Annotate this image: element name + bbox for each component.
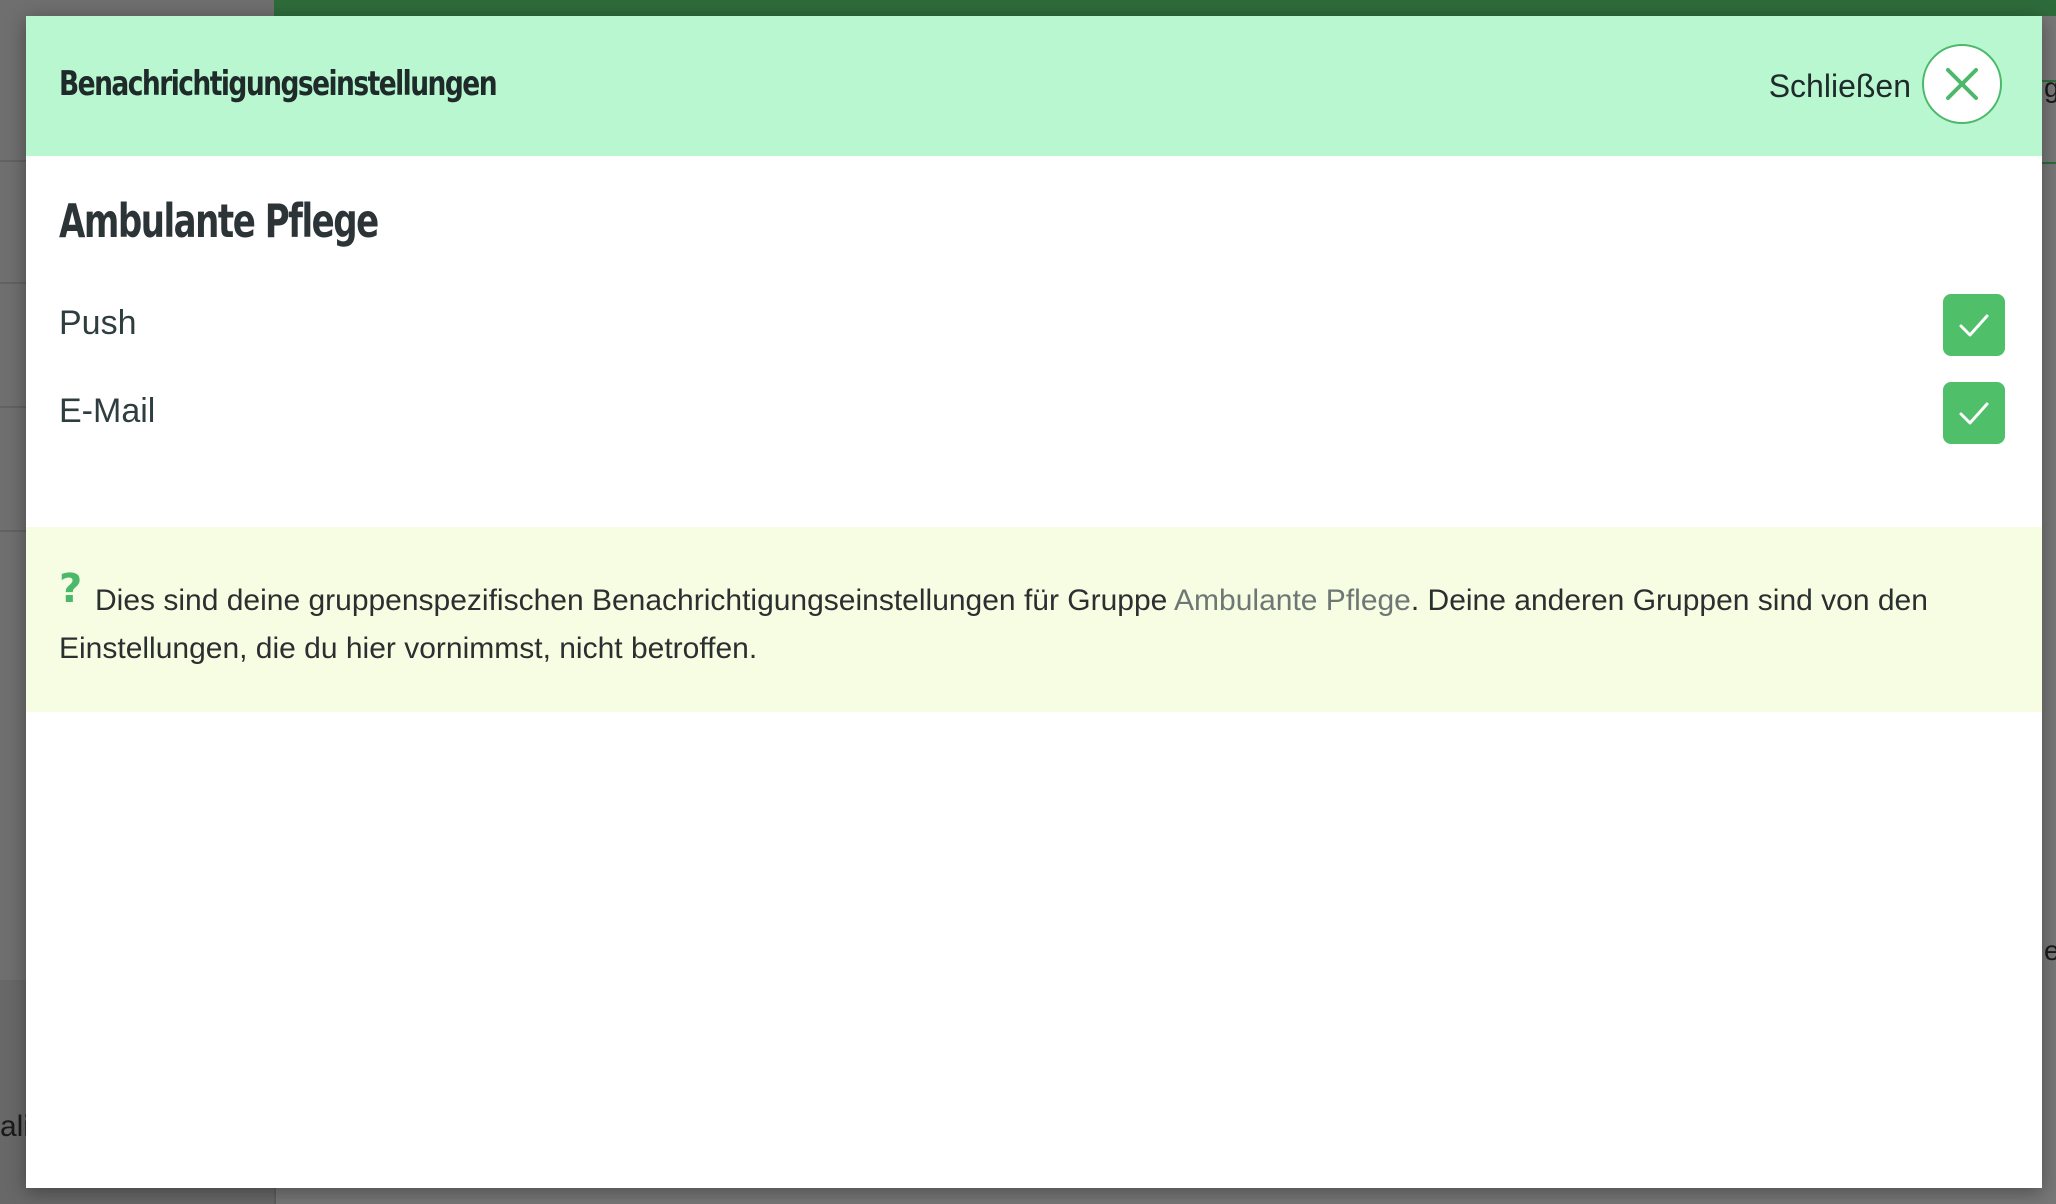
- info-box: ? Dies sind deine gruppenspezifischen Be…: [26, 527, 2042, 712]
- group-title: Ambulante Pflege: [59, 194, 379, 248]
- group-link[interactable]: Ambulante Pflege: [1174, 584, 1411, 617]
- email-checkbox[interactable]: [1943, 382, 2005, 444]
- email-label: E-Mail: [59, 392, 156, 430]
- checkmark-icon: [1959, 402, 1989, 425]
- background-topbar: [274, 0, 2056, 16]
- info-text: Dies sind deine gruppenspezifischen Bena…: [59, 577, 2009, 673]
- option-row-email: E-Mail: [26, 382, 2042, 444]
- close-label[interactable]: Schließen: [1769, 68, 1911, 105]
- info-text-before: Dies sind deine gruppenspezifischen Bena…: [95, 584, 1175, 617]
- checkmark-icon: [1959, 314, 1989, 337]
- close-button[interactable]: [1922, 44, 2002, 124]
- background-right-text: es: [2044, 935, 2056, 966]
- push-checkbox[interactable]: [1943, 294, 2005, 356]
- background-right-text: g: [2044, 72, 2056, 103]
- modal-title: Benachrichtigungseinstellungen: [59, 64, 498, 104]
- close-icon: [1946, 68, 1978, 100]
- modal-header: Benachrichtigungseinstellungen Schließen: [26, 16, 2042, 156]
- notification-settings-modal: Benachrichtigungseinstellungen Schließen…: [26, 16, 2042, 1188]
- option-row-push: Push: [26, 294, 2042, 356]
- push-label: Push: [59, 304, 137, 342]
